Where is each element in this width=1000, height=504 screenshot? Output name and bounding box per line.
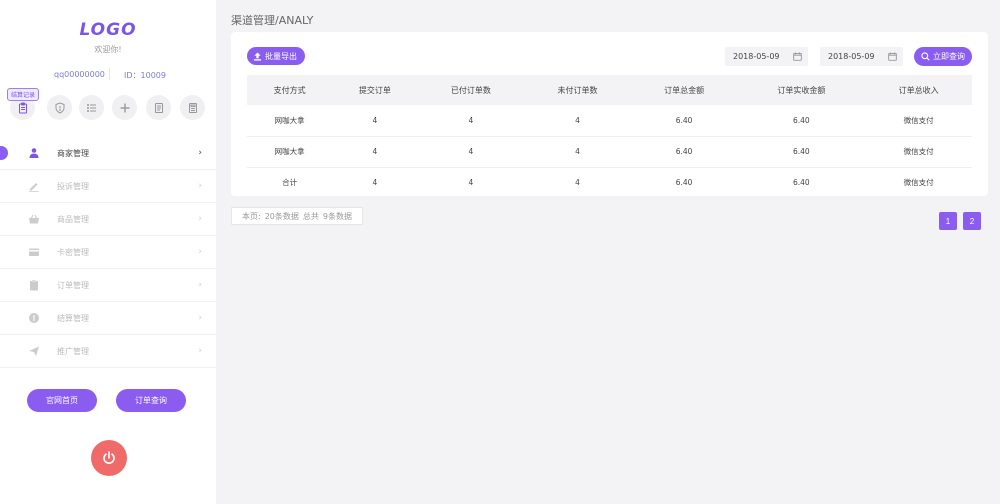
search-icon	[921, 52, 930, 61]
user-id: ID：10009	[124, 71, 166, 80]
calendar-icon	[888, 52, 897, 61]
clipboard-icon	[28, 279, 40, 291]
sidebar-item-merchant[interactable]: 商家管理 ›	[0, 137, 216, 170]
column-header: 支付方式	[247, 75, 333, 105]
table-cell: 6.40	[793, 178, 810, 188]
sidebar-item-settlement[interactable]: 结算管理 ›	[0, 302, 216, 335]
table-cell: 4	[332, 105, 418, 137]
settlement-record-badge: 结算记录	[7, 88, 40, 101]
table-cell: 6.40	[630, 105, 738, 137]
sidebar-item-product[interactable]: 商品管理 ›	[0, 203, 216, 236]
sidebar-item-label: 订单管理	[57, 280, 89, 290]
table-cell: 6.40	[737, 136, 866, 168]
column-header: 订单实收金额	[737, 75, 866, 105]
total-label: 总共	[302, 211, 319, 221]
table-row: 网咖大拿 4 4 4 6.40 6.40 微信支付	[247, 136, 972, 168]
table-row: 合计 4 4 4 6.40 6.40 微信支付	[247, 167, 972, 198]
chevron-right-icon: ›	[198, 148, 202, 158]
column-header: 提交订单	[332, 75, 418, 105]
sidebar-item-label: 商家管理	[57, 148, 89, 158]
chevron-right-icon: ›	[198, 280, 202, 290]
table-cell: 4	[332, 136, 418, 168]
table-cell: 4	[524, 136, 631, 168]
chevron-right-icon: ›	[198, 181, 202, 191]
sidebar: LOGO 欢迎你! qq00000000 ID：10009 结算记录 商家管理 …	[0, 0, 216, 504]
send-icon	[28, 345, 40, 357]
sidebar-item-label: 投诉管理	[57, 181, 89, 191]
table-row: 网咖大拿 4 4 4 6.40 6.40 微信支付	[247, 105, 972, 137]
divider	[109, 68, 110, 80]
column-header: 已付订单数	[417, 75, 525, 105]
user-icon	[28, 147, 40, 159]
column-header: 订单总收入	[865, 75, 972, 105]
page-button-2[interactable]: 2	[963, 212, 981, 230]
table-cell: 网咖大拿	[247, 136, 333, 168]
table-cell: 4	[417, 105, 525, 137]
home-button[interactable]: 官网首页	[27, 389, 97, 412]
sidebar-item-label: 结算管理	[57, 313, 89, 323]
table-cell: 4	[468, 178, 474, 188]
data-table: 支付方式 提交订单 已付订单数 未付订单数 订单总金额 订单实收金额 订单总收入…	[247, 75, 972, 198]
search-button-label: 立即查询	[933, 52, 965, 61]
table-cell: 合计	[282, 178, 298, 188]
table-cell: 6.40	[675, 178, 693, 188]
table-cell: 4	[524, 105, 631, 137]
sidebar-item-order[interactable]: 订单管理 ›	[0, 269, 216, 302]
total-count: 9条数据	[322, 211, 352, 221]
basket-icon	[28, 213, 40, 225]
sidebar-item-label: 推广管理	[57, 346, 89, 356]
search-button[interactable]: 立即查询	[914, 47, 972, 66]
table-cell: 6.40	[737, 105, 866, 137]
start-date-value: 2018-05-09	[733, 52, 780, 61]
end-date-input[interactable]: 2018-05-09	[820, 47, 903, 66]
sidebar-item-label: 商品管理	[57, 214, 89, 224]
logo: LOGO	[79, 20, 137, 40]
chevron-right-icon: ›	[198, 214, 202, 224]
power-icon[interactable]	[91, 440, 127, 476]
main-card: 批量导出 2018-05-09 2018-05-09 立即查询 支付方式 提交订…	[231, 32, 988, 196]
card-icon	[28, 246, 40, 258]
page-summary: 本页: 20条数据 总共 9条数据	[231, 207, 363, 225]
pencil-icon	[28, 180, 40, 192]
table-cell: 4	[575, 178, 580, 188]
chevron-right-icon: ›	[198, 346, 202, 356]
table-cell: 4	[417, 136, 525, 168]
export-button-label: 批量导出	[265, 51, 297, 61]
table-cell: 4	[372, 178, 378, 188]
column-header: 订单总金额	[630, 75, 738, 105]
calculator-icon[interactable]	[180, 95, 205, 120]
document-icon[interactable]	[146, 95, 171, 120]
page-button-1[interactable]: 1	[939, 212, 957, 230]
shield-icon[interactable]	[47, 95, 72, 120]
sidebar-item-promotion[interactable]: 推广管理 ›	[0, 335, 216, 368]
table-header-row: 支付方式 提交订单 已付订单数 未付订单数 订单总金额 订单实收金额 订单总收入	[247, 75, 972, 105]
this-page-count: 20条数据	[264, 211, 299, 221]
chevron-right-icon: ›	[198, 247, 202, 257]
column-header: 未付订单数	[524, 75, 631, 105]
upload-icon	[253, 51, 262, 61]
coin-icon	[28, 312, 40, 324]
chevron-right-icon: ›	[198, 313, 202, 323]
export-button[interactable]: 批量导出	[247, 47, 305, 65]
pagination: 1 2	[939, 212, 981, 230]
list-icon[interactable]	[79, 95, 104, 120]
start-date-input[interactable]: 2018-05-09	[725, 47, 808, 66]
sidebar-menu: 商家管理 › 投诉管理 › 商品管理 › 卡密管理 › 订单管理 › 结算管理 …	[0, 137, 216, 368]
sidebar-item-label: 卡密管理	[57, 247, 89, 257]
sidebar-item-card[interactable]: 卡密管理 ›	[0, 236, 216, 269]
table-cell: 微信支付	[903, 178, 934, 188]
table-cell: 网咖大拿	[247, 105, 333, 137]
calendar-icon	[793, 52, 802, 61]
this-page-label: 本页:	[242, 211, 261, 221]
table-cell: 6.40	[630, 136, 738, 168]
table-cell: 微信支付	[865, 136, 972, 168]
table-cell: 微信支付	[865, 105, 972, 137]
user-qq: qq00000000	[54, 70, 105, 79]
end-date-value: 2018-05-09	[828, 52, 875, 61]
plus-icon[interactable]	[112, 95, 137, 120]
order-query-button[interactable]: 订单查询	[116, 389, 186, 412]
sidebar-item-complaint[interactable]: 投诉管理 ›	[0, 170, 216, 203]
welcome-text: 欢迎你!	[94, 45, 122, 54]
breadcrumb: 渠道管理/ANALY	[231, 14, 314, 27]
